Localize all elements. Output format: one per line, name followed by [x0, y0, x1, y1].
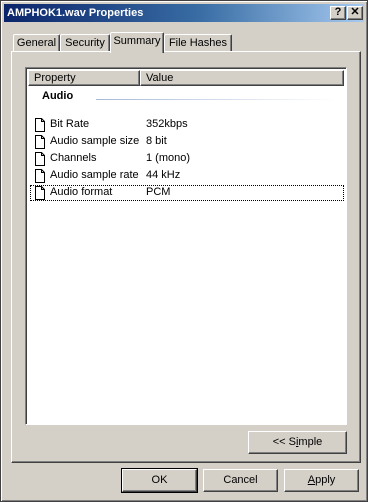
property-name: Audio format	[50, 186, 113, 198]
tab-summary[interactable]: Summary	[110, 32, 164, 53]
list-item[interactable]: Channels 1 (mono)	[30, 151, 344, 167]
button-label: pply	[315, 474, 336, 486]
group-header-audio: Audio	[42, 90, 74, 102]
property-value: 1 (mono)	[146, 152, 191, 164]
tab-strip: General Security Summary File Hashes	[11, 32, 361, 53]
button-label: mple	[298, 436, 323, 448]
tab-file-hashes[interactable]: File Hashes	[164, 34, 232, 52]
button-label: << S	[272, 436, 296, 448]
list-item[interactable]: Audio sample size 8 bit	[30, 134, 344, 150]
property-name: Audio sample rate	[50, 169, 139, 181]
list-item-focused[interactable]: Audio format PCM	[30, 185, 344, 201]
property-name: Channels	[50, 152, 97, 164]
ok-button[interactable]: OK	[121, 468, 198, 493]
document-icon	[35, 118, 45, 132]
column-header-value[interactable]: Value	[140, 70, 344, 86]
property-value: PCM	[146, 186, 171, 198]
list-item[interactable]: Bit Rate 352kbps	[30, 117, 344, 133]
list-header: Property Value	[28, 70, 344, 86]
window-title: AMPHOK1.wav Properties	[7, 7, 144, 19]
list-item[interactable]: Audio sample rate 44 kHz	[30, 168, 344, 184]
title-bar[interactable]: AMPHOK1.wav Properties ? ✕	[4, 4, 364, 22]
property-value: 352kbps	[146, 118, 188, 130]
help-icon: ?	[334, 6, 342, 18]
simple-view-button[interactable]: << Simple	[248, 431, 347, 454]
property-name: Audio sample size	[50, 135, 140, 147]
group-divider	[96, 99, 336, 100]
tab-security[interactable]: Security	[60, 34, 110, 52]
property-value: 44 kHz	[146, 169, 181, 181]
column-header-property[interactable]: Property	[28, 70, 140, 86]
document-icon	[35, 186, 45, 200]
property-value: 8 bit	[146, 135, 167, 147]
tab-general[interactable]: General	[13, 34, 60, 52]
document-icon	[35, 169, 45, 183]
document-icon	[35, 152, 45, 166]
properties-dialog: AMPHOK1.wav Properties ? ✕ General Secur…	[0, 0, 368, 502]
close-icon: ✕	[350, 6, 360, 18]
accelerator-key: A	[307, 474, 316, 486]
cancel-button[interactable]: Cancel	[203, 469, 278, 492]
property-name: Bit Rate	[50, 118, 90, 130]
close-button[interactable]: ✕	[347, 6, 363, 20]
apply-button[interactable]: Apply	[284, 469, 359, 492]
document-icon	[35, 135, 45, 149]
help-button[interactable]: ?	[330, 6, 346, 20]
property-list[interactable]: Property Value Audio Bit Rate 352kbps Au…	[25, 67, 347, 425]
